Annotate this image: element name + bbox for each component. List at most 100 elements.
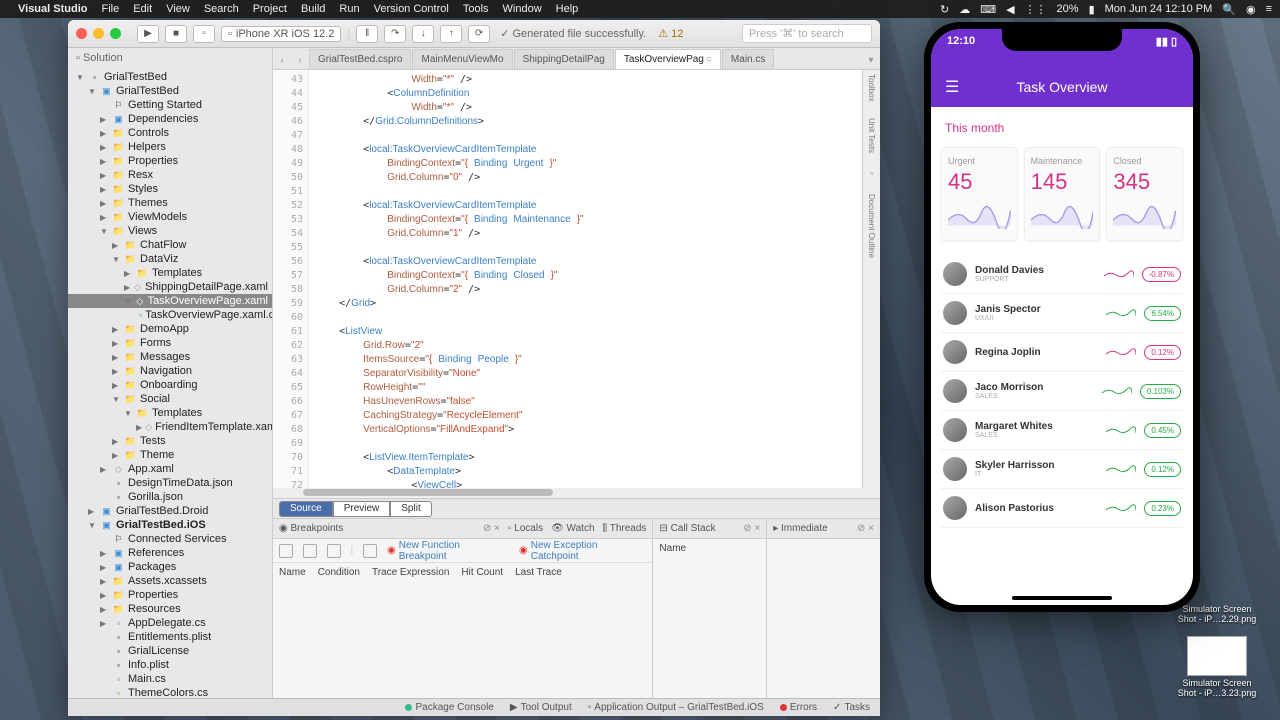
watch-tab[interactable]: 👁 Watch <box>551 523 594 534</box>
view-source[interactable]: Source <box>279 501 333 517</box>
person-row[interactable]: Regina Joplin 0.12% <box>941 333 1183 372</box>
tool-output[interactable]: ▶ Tool Output <box>510 702 572 713</box>
toolbox-tab[interactable]: Toolbox <box>867 74 876 102</box>
menu-edit[interactable]: Edit <box>133 3 152 15</box>
properties-tab[interactable]: ▫ <box>867 169 876 178</box>
spotlight-icon[interactable]: 🔍 <box>1222 3 1236 16</box>
pin-icon[interactable]: ⊘ × <box>857 523 874 534</box>
refresh-button[interactable]: ⟳ <box>468 25 490 43</box>
tree-item[interactable]: ▶📁Resx <box>68 168 272 182</box>
wifi-icon[interactable]: ⋮⋮ <box>1025 3 1047 16</box>
clock[interactable]: Mon Jun 24 12:10 PM <box>1105 3 1213 15</box>
tree-item[interactable]: ▶📁Tests <box>68 434 272 448</box>
tree-item[interactable]: ▶📁Navigation <box>68 364 272 378</box>
new-exc-cp[interactable]: ◉New Exception Catchpoint <box>519 540 646 562</box>
tree-item[interactable]: ▶📁Onboarding <box>68 378 272 392</box>
tab[interactable]: Main.cs <box>722 49 774 69</box>
step-in-button[interactable]: ↓ <box>412 25 434 43</box>
stat-card[interactable]: Maintenance145 <box>1024 147 1101 241</box>
pause-button[interactable]: ‖ <box>356 25 378 43</box>
tree-item[interactable]: ▶📁Messages <box>68 350 272 364</box>
sync-icon[interactable]: ↻ <box>940 3 949 16</box>
tree-item[interactable]: ▼📁Templates <box>68 406 272 420</box>
menu-run[interactable]: Run <box>339 3 359 15</box>
tree-ios[interactable]: ▼▣GrialTestBed.iOS <box>68 518 272 532</box>
menu-help[interactable]: Help <box>556 3 579 15</box>
tree-item[interactable]: ▫DesignTimeData.json <box>68 476 272 490</box>
close-icon[interactable] <box>76 28 87 39</box>
tab[interactable]: ShippingDetailPag <box>514 49 614 69</box>
unit-tests-tab[interactable]: Unit Tests <box>867 118 876 153</box>
callstack-tab[interactable]: ⊟ Call Stack <box>659 523 715 534</box>
tree-item[interactable]: ▫GrialLicense <box>68 644 272 658</box>
tree-item[interactable]: ▶📁Resources <box>68 602 272 616</box>
tree-item[interactable]: ▶📁DemoApp <box>68 322 272 336</box>
menu-project[interactable]: Project <box>253 3 287 15</box>
tree-item[interactable]: ▶📁Theme <box>68 448 272 462</box>
tree-item[interactable]: ▫Info.plist <box>68 658 272 672</box>
menubar-extras-icon[interactable]: ≡ <box>1266 3 1272 15</box>
person-row[interactable]: Donald DaviesSUPPORT -0.87% <box>941 255 1183 294</box>
errors-pad[interactable]: Errors <box>780 702 817 713</box>
new-func-bp[interactable]: ◉New Function Breakpoint <box>387 540 509 562</box>
step-over-button[interactable]: ↷ <box>384 25 406 43</box>
code-editor[interactable]: Width="*" /> <ColumnDefinition Width="*"… <box>309 70 862 488</box>
desktop-file[interactable]: Simulator ScreenShot - iP…3.23.png <box>1162 636 1272 698</box>
tree-item[interactable]: ▶📁ChatFlow <box>68 238 272 252</box>
run-button[interactable]: ▶ <box>137 25 159 43</box>
tree-item[interactable]: ▶📁Assets.xcassets <box>68 574 272 588</box>
tree-item[interactable]: ▶◇FriendItemTemplate.xaml <box>68 420 272 434</box>
tree-solution[interactable]: ▼▫GrialTestBed <box>68 70 272 84</box>
device-selector[interactable]: ▫ iPhone XR iOS 12.2 <box>221 26 341 42</box>
step-out-button[interactable]: ↑ <box>440 25 462 43</box>
global-search[interactable]: Press '⌘' to search <box>742 24 872 43</box>
person-row[interactable]: Skyler HarrissonIT 0.12% <box>941 450 1183 489</box>
tree-item[interactable]: ▶📁ViewModels <box>68 210 272 224</box>
doc-outline-tab[interactable]: Document Outline <box>867 194 876 258</box>
tree-item[interactable]: ▶◇ShippingDetailPage.xaml <box>68 280 272 294</box>
locals-tab[interactable]: ▫ Locals <box>508 523 543 534</box>
menu-tools[interactable]: Tools <box>463 3 489 15</box>
tree-social[interactable]: ▼📁Social <box>68 392 272 406</box>
tree-item[interactable]: ▶📁Templates <box>68 266 272 280</box>
tree-item[interactable]: ▶▣References <box>68 546 272 560</box>
menu-vc[interactable]: Version Control <box>374 3 449 15</box>
tree-item[interactable]: ▫Main.cs <box>68 672 272 686</box>
view-preview[interactable]: Preview <box>333 501 391 517</box>
pkg-console[interactable]: Package Console <box>405 702 493 713</box>
menu-build[interactable]: Build <box>301 3 325 15</box>
person-row[interactable]: Jaco MorrisonSALES 0.103% <box>941 372 1183 411</box>
bt-icon[interactable]: ⌨ <box>980 3 996 16</box>
tab[interactable]: MainMenuViewMo <box>412 49 512 69</box>
tab[interactable]: GrialTestBed.cspro <box>309 49 411 69</box>
tab-fwd-button[interactable]: › <box>291 51 309 69</box>
tab-active[interactable]: TaskOverviewPag○ <box>615 49 721 69</box>
stat-card[interactable]: Urgent45 <box>941 147 1018 241</box>
tree-item[interactable]: ⚐Connected Services <box>68 532 272 546</box>
tree-views[interactable]: ▼📁Views <box>68 224 272 238</box>
bp-tool-btn[interactable] <box>303 544 317 558</box>
tree-item[interactable]: ⚐Getting Started <box>68 98 272 112</box>
tree-droid[interactable]: ▶▣GrialTestBed.Droid <box>68 504 272 518</box>
person-row[interactable]: Janis SpectorUX/UI 6.54% <box>941 294 1183 333</box>
side-toolbox[interactable]: Toolbox Unit Tests ▫ Document Outline <box>862 70 880 488</box>
immediate-tab[interactable]: ▸ Immediate <box>773 523 828 534</box>
vol-icon[interactable]: ◀ <box>1006 3 1014 16</box>
tree-item[interactable]: ▶📁Styles <box>68 182 272 196</box>
tree-item[interactable]: ▶📁Themes <box>68 196 272 210</box>
cloud-icon[interactable]: ☁ <box>959 3 970 16</box>
tree-item[interactable]: ▶📁Forms <box>68 336 272 350</box>
home-indicator[interactable] <box>1012 596 1112 600</box>
person-row[interactable]: Margaret WhitesSALES 0.45% <box>941 411 1183 450</box>
minimize-icon[interactable] <box>93 28 104 39</box>
tree-item[interactable]: ▶📁Properties <box>68 588 272 602</box>
threads-tab[interactable]: ⫼ Threads <box>603 523 647 534</box>
menu-search[interactable]: Search <box>204 3 239 15</box>
tree-item[interactable]: ▫ThemeColors.cs <box>68 686 272 698</box>
tab-back-button[interactable]: ‹ <box>273 51 291 69</box>
menu-view[interactable]: View <box>166 3 190 15</box>
stop-button[interactable]: ■ <box>165 25 187 43</box>
tree-item[interactable]: ▶📁Controls <box>68 126 272 140</box>
stat-card[interactable]: Closed345 <box>1106 147 1183 241</box>
tree-item[interactable]: ▶▫AppDelegate.cs <box>68 616 272 630</box>
